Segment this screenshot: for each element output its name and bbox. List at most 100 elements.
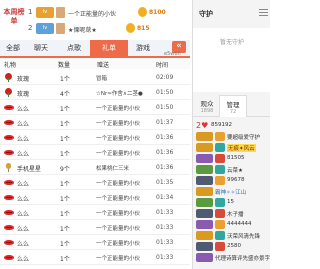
rank-user-name[interactable]: 一个正能量的小伙 [68,9,116,18]
lips-icon [4,193,14,201]
gift-qty: 1个 [60,76,70,83]
gift-sender[interactable]: 一个正能量的小伙 [96,224,154,232]
user-name[interactable]: 81505 [227,155,245,161]
gift-sender[interactable]: 一个正能量的小伙 [96,209,154,217]
lips-icon [4,253,14,261]
user-name[interactable]: 木子播 [227,210,244,218]
lips-icon [4,118,14,126]
gift-name: 么么 [17,106,30,113]
rank-row-1[interactable]: 1 lv 一个正能量的小伙 8100 [26,7,186,19]
audience-row[interactable]: 代理诗算评先盛亦景字 [193,252,270,264]
gift-sender[interactable]: 一个正能量的小伙 [96,104,154,112]
guard-header: 守护 [193,0,270,28]
gift-time: 01:33 [156,224,174,231]
rank-number: 1 [28,8,33,16]
gift-time: 01:37 [156,119,174,126]
gift-sender[interactable]: 一个正能量的小伙 [96,194,154,202]
user-name[interactable]: 无痕✦风云 [227,144,256,152]
user-name[interactable]: 15 [227,199,234,205]
user-name[interactable]: 2580 [227,243,241,249]
gift-sender[interactable]: 一个正能量的小伙 [96,134,154,142]
user-name[interactable]: 99678 [227,177,245,183]
gift-row: 么么 1个 一个正能量的小伙 01:50 [0,100,190,115]
mic-icon [4,163,14,172]
level-badge-icon [196,143,213,152]
gift-name: 手机星星 [17,166,42,173]
medal-icon [215,209,225,218]
column-qty: 数量 [58,62,71,69]
level-badge-icon [196,220,213,229]
gift-sender[interactable]: 一个正能量的小伙 [96,254,154,262]
rank-number: 2 [28,24,33,32]
medal-icon [215,143,225,152]
gift-qty: 1个 [60,151,70,158]
lips-icon [4,133,14,141]
gift-sender[interactable]: 一个正能量的小伙 [96,149,154,157]
gift-sender[interactable]: 一个正能量的小伙 [96,239,154,247]
gift-qty: 1个 [60,211,70,218]
menu-icon[interactable] [259,8,268,17]
guard-title: 守护 [199,10,213,18]
gift-name: 么么 [17,211,30,218]
weekly-rank: 本周榜单 1 lv 一个正能量的小伙 8100 2 lv ★傈呢荩★ 815 [0,0,190,38]
gift-row: 么么 1个 一个正能量的小伙 01:33 [0,220,190,235]
gift-row: 么么 1个 一个正能量的小伙 01:33 [0,205,190,220]
gift-sender[interactable]: 一个正能量的小伙 [96,119,154,127]
gift-row: 玫瑰 1个 冒箱 02:09 [0,70,190,85]
gift-time: 01:36 [156,149,174,156]
column-time: 时间 [156,62,169,69]
gift-name: 玫瑰 [17,91,30,98]
gift-qty: 4个 [60,91,70,98]
guard-list: 暂无守护 [193,28,270,92]
tab-count: 1898 [200,108,214,114]
column-from: 赠送 [97,62,110,69]
gift-qty: 1个 [60,256,70,263]
user-name[interactable]: 代理诗算评先盛亦景字 [215,254,270,262]
gift-qty: 1个 [60,196,70,203]
tab-song-request[interactable]: 点歌 [58,40,90,56]
user-name[interactable]: 要超级爱守护 [227,133,260,141]
user-name[interactable]: 沃荣风清先锋 [227,232,260,240]
level-badge-icon: lv [36,23,54,34]
gift-name: 么么 [17,226,30,233]
medal-icon [215,242,225,251]
user-name[interactable]: 859192 [211,122,232,128]
avatar [56,7,65,18]
gift-sender[interactable]: ☆Nr≈作舍∧二茎● [96,89,154,97]
user-name[interactable]: 霸神✧✧江山 [215,188,246,196]
user-name[interactable]: 4444444 [227,221,252,227]
gift-row: 玫瑰 4个 ☆Nr≈作舍∧二茎● 01:50 [0,85,190,100]
avatar [56,23,65,34]
tab-all[interactable]: 全部 [0,40,26,56]
gift-time: 01:50 [156,104,174,111]
gift-time: 01:36 [156,164,174,171]
gift-name: 么么 [17,256,30,263]
medal-icon [215,198,225,207]
tab-admins[interactable]: 管理 72 [219,95,247,117]
level-badge-icon [196,198,213,207]
gift-row: 么么 1个 一个正能量的小伙 01:35 [0,175,190,190]
tab-chat[interactable]: 聊天 [26,40,56,56]
tab-games[interactable]: 游戏 [128,40,158,56]
gift-name: 么么 [17,196,30,203]
gift-time: 01:33 [156,239,174,246]
gift-time: 01:33 [156,209,174,216]
medal-icon [215,154,225,163]
gift-time: 01:33 [156,254,174,261]
tab-third[interactable] [247,95,270,117]
gift-name: 么么 [17,121,30,128]
user-name[interactable]: 云菜★ [227,166,243,174]
medal-icon [215,220,225,229]
tab-gift-list[interactable]: 礼单 [90,40,128,56]
tab-count: 72 [229,109,237,115]
gift-sender[interactable]: 一个正能量的小伙 [96,179,154,187]
gift-qty: 1个 [60,181,70,188]
gift-sender[interactable]: 松果桃仁三米 [96,164,154,172]
gift-sender[interactable]: 冒箱 [96,74,154,82]
level-badge-icon [196,231,213,240]
gift-time: 01:50 [156,89,174,96]
rank-user-name[interactable]: ★傈呢荩★ [68,25,97,34]
gift-time: 01:35 [156,179,174,186]
tab-audience[interactable]: 观众 1898 [195,95,219,117]
rank-row-2[interactable]: 2 lv ★傈呢荩★ 815 [26,23,186,35]
